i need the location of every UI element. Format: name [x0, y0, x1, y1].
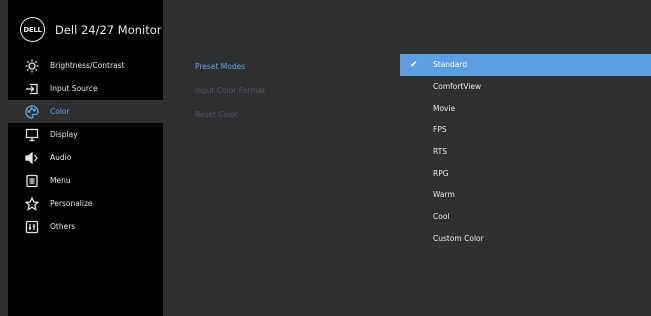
- sidebar-item-label: Color: [50, 107, 70, 116]
- menu-icon: [25, 174, 39, 188]
- sidebar-item-personalize[interactable]: Personalize: [8, 192, 163, 215]
- option-cool[interactable]: Cool: [400, 206, 651, 228]
- option-label: RTS: [433, 147, 448, 157]
- sidebar-item-audio[interactable]: Audio: [8, 146, 163, 169]
- submenu-item-input-color-format: Input Color Format: [195, 86, 266, 95]
- sidebar-item-others[interactable]: Others: [8, 215, 163, 238]
- option-label: Cool: [433, 212, 450, 222]
- color-palette-icon: [25, 104, 39, 119]
- sidebar-item-brightness-contrast[interactable]: Brightness/Contrast: [8, 54, 163, 77]
- speaker-icon: [25, 151, 39, 165]
- preset-mode-options: ✔ Standard ComfortView Movie FPS RTS RPG…: [400, 54, 651, 249]
- sidebar-item-input-source[interactable]: Input Source: [8, 77, 163, 100]
- sidebar-item-display[interactable]: Display: [8, 123, 163, 146]
- option-movie[interactable]: Movie: [400, 97, 651, 119]
- sidebar-item-label: Brightness/Contrast: [50, 61, 125, 70]
- option-rts[interactable]: RTS: [400, 141, 651, 163]
- checkmark-icon: ✔: [410, 59, 418, 70]
- option-fps[interactable]: FPS: [400, 119, 651, 141]
- sidebar-item-label: Display: [50, 130, 78, 139]
- brightness-icon: [25, 59, 39, 73]
- option-label: ComfortView: [433, 82, 482, 92]
- dell-logo: DELL: [20, 17, 45, 42]
- option-warm[interactable]: Warm: [400, 184, 651, 206]
- option-rpg[interactable]: RPG: [400, 162, 651, 184]
- sidebar-item-label: Input Source: [50, 84, 98, 93]
- option-label: Movie: [433, 103, 456, 113]
- brand-header: DELL Dell 24/27 Monitor: [20, 17, 162, 42]
- star-icon: [25, 196, 39, 211]
- color-submenu: Preset Modes Input Color Format Reset Co…: [195, 0, 395, 316]
- submenu-item-reset-color: Reset Color: [195, 110, 238, 119]
- main-menu: Brightness/Contrast Input Source Color D…: [8, 54, 163, 238]
- option-label: Custom Color: [433, 233, 484, 243]
- sidebar-item-label: Menu: [50, 176, 71, 185]
- others-icon: [25, 220, 39, 234]
- option-comfortview[interactable]: ComfortView: [400, 76, 651, 98]
- option-custom-color[interactable]: Custom Color: [400, 228, 651, 250]
- sidebar-item-color[interactable]: Color: [8, 100, 163, 123]
- display-icon: [25, 128, 39, 142]
- option-label: Standard: [433, 60, 468, 70]
- sidebar-item-label: Audio: [50, 153, 72, 162]
- monitor-title: Dell 24/27 Monitor: [55, 22, 162, 37]
- sidebar-item-menu[interactable]: Menu: [8, 169, 163, 192]
- option-standard[interactable]: ✔ Standard: [400, 54, 651, 76]
- sidebar: DELL Dell 24/27 Monitor Brightness/Contr…: [8, 0, 163, 316]
- sidebar-item-label: Personalize: [50, 199, 93, 208]
- option-label: FPS: [433, 125, 447, 135]
- sidebar-item-label: Others: [50, 222, 76, 231]
- input-source-icon: [25, 82, 39, 96]
- submenu-item-preset-modes[interactable]: Preset Modes: [195, 62, 245, 71]
- option-label: Warm: [433, 190, 455, 200]
- option-label: RPG: [433, 168, 449, 178]
